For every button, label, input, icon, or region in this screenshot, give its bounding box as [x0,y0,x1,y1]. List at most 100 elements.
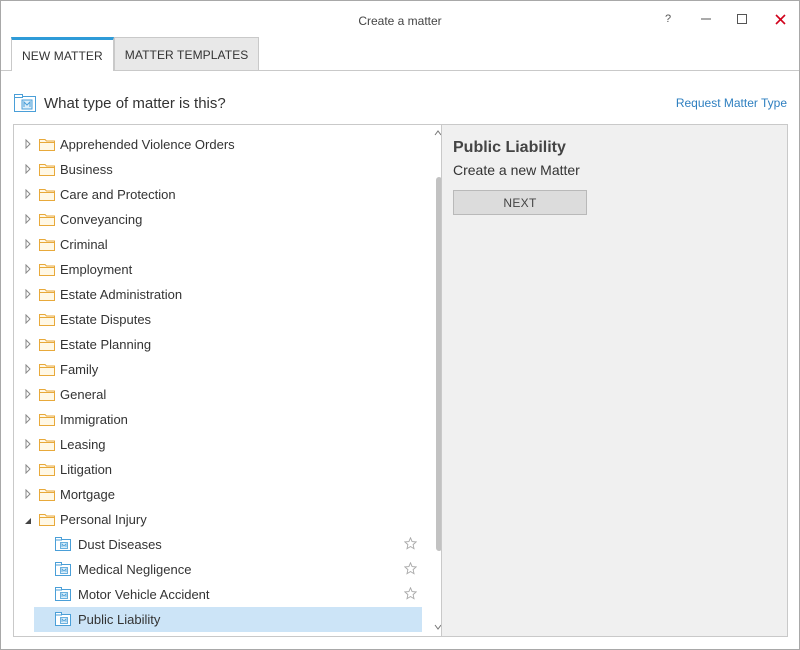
expand-arrow-icon[interactable] [23,139,33,149]
tree-category-row[interactable]: Mortgage [14,482,422,507]
maximize-button[interactable] [727,7,757,31]
collapse-arrow-icon[interactable] [23,516,33,526]
tree-category-label: Estate Administration [60,287,183,302]
matter-type-icon [55,612,71,626]
request-matter-type-link[interactable]: Request Matter Type [676,96,787,110]
expand-arrow-icon[interactable] [23,364,33,374]
folder-icon [39,164,55,176]
folder-icon [39,239,55,251]
tree-category-label: Employment [60,262,133,277]
tree-category-row[interactable]: General [14,382,422,407]
tree-category-label: Care and Protection [60,187,176,202]
tree-category-label: Conveyancing [60,212,143,227]
tree-category-label: Personal Injury [60,512,147,527]
tree-category-row[interactable]: Litigation [14,457,422,482]
tab-new-matter[interactable]: NEW MATTER [11,37,114,71]
tree-category-row[interactable]: Estate Disputes [14,307,422,332]
folder-icon [39,289,55,301]
scroll-down-icon[interactable] [434,623,441,631]
expand-arrow-icon[interactable] [23,314,33,324]
tree-category-label: Business [60,162,113,177]
tree-child-row[interactable]: Dust Diseases [34,532,422,557]
tree-scrollbar[interactable] [434,125,441,636]
tree-category-row[interactable]: Immigration [14,407,422,432]
detail-subtitle: Create a new Matter [453,162,580,178]
matter-type-icon [55,562,71,576]
tree-category-row[interactable]: Estate Administration [14,282,422,307]
tree-child-row-selected[interactable]: Public Liability [34,607,422,632]
folder-icon [39,439,55,451]
expand-arrow-icon[interactable] [23,189,33,199]
minimize-button[interactable] [691,7,721,31]
tree-category-row[interactable]: Conveyancing [14,207,422,232]
scroll-up-icon[interactable] [434,129,441,137]
title-bar: Create a matter ? [1,1,799,37]
tree-category-row[interactable]: Employment [14,257,422,282]
matter-type-icon [55,587,71,601]
star-outline-icon[interactable] [404,587,417,600]
expand-arrow-icon[interactable] [23,339,33,349]
star-outline-icon[interactable] [404,537,417,550]
detail-title: Public Liability [453,139,566,156]
matter-type-tree: Apprehended Violence Orders Business Care … [13,124,441,637]
tree-category-row[interactable]: Family [14,357,422,382]
maximize-icon [737,14,747,24]
expand-arrow-icon[interactable] [23,164,33,174]
tab-bar: NEW MATTER MATTER TEMPLATES [11,37,260,71]
matter-detail-panel: Public Liability Create a new Matter NEX… [441,124,788,637]
folder-icon [39,139,55,151]
tree-category-label: Immigration [60,412,128,427]
tree-category-label: Leasing [60,437,106,452]
tree-child-label: Dust Diseases [78,537,162,552]
tree-category-label: General [60,387,107,402]
matter-icon [14,94,36,112]
folder-icon [39,189,55,201]
tree-category-row[interactable]: Personal Injury [14,507,422,532]
folder-icon [39,314,55,326]
tree-category-row[interactable]: Care and Protection [14,182,422,207]
folder-icon [39,264,55,276]
tree-category-label: Estate Disputes [60,312,152,327]
close-button[interactable] [765,7,795,31]
page-question: What type of matter is this? [44,95,226,112]
tree-child-label: Public Liability [78,612,161,627]
tab-matter-templates[interactable]: MATTER TEMPLATES [113,37,260,71]
matter-type-icon [55,537,71,551]
tree-child-row[interactable]: Medical Negligence [34,557,422,582]
expand-arrow-icon[interactable] [23,464,33,474]
expand-arrow-icon[interactable] [23,289,33,299]
tree-category-row[interactable]: Criminal [14,232,422,257]
expand-arrow-icon[interactable] [23,214,33,224]
folder-icon [39,514,55,526]
folder-icon [39,464,55,476]
expand-arrow-icon[interactable] [23,489,33,499]
expand-arrow-icon[interactable] [23,439,33,449]
tree-category-row[interactable]: Apprehended Violence Orders [14,132,422,157]
tree-category-label: Estate Planning [60,337,152,352]
tree-category-label: Mortgage [60,487,115,502]
folder-icon [39,414,55,426]
folder-icon [39,364,55,376]
next-button[interactable]: NEXT [453,190,587,215]
close-icon [774,13,786,25]
expand-arrow-icon[interactable] [23,264,33,274]
tree-category-label: Family [60,362,99,377]
expand-arrow-icon[interactable] [23,389,33,399]
star-outline-icon[interactable] [404,562,417,575]
tree-child-row[interactable]: Motor Vehicle Accident [34,582,422,607]
folder-icon [39,389,55,401]
minimize-icon [701,18,711,20]
tree-child-label: Medical Negligence [78,562,192,577]
folder-icon [39,339,55,351]
tree-category-row[interactable]: Business [14,157,422,182]
tree-category-label: Criminal [60,237,108,252]
tab-divider [1,70,799,71]
expand-arrow-icon[interactable] [23,414,33,424]
create-matter-window: Create a matter ? NEW MATTER MATTER TEMP… [0,0,800,650]
tree-category-row[interactable]: Leasing [14,432,422,457]
expand-arrow-icon[interactable] [23,239,33,249]
folder-icon [39,214,55,226]
tree-child-label: Motor Vehicle Accident [78,587,210,602]
help-button[interactable]: ? [653,7,683,31]
tree-category-row[interactable]: Estate Planning [14,332,422,357]
